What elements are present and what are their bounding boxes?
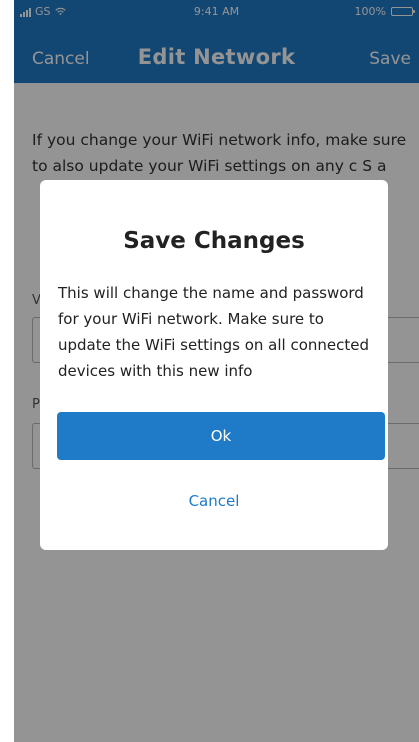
dialog-cancel-button[interactable]: Cancel [40, 492, 388, 510]
save-changes-dialog: Save Changes This will change the name a… [40, 180, 388, 550]
phone-screen: GS 9:41 AM 100% Cancel Edit Network Save… [14, 0, 419, 742]
ok-button[interactable]: Ok [57, 412, 385, 460]
dialog-message: This will change the name and password f… [58, 284, 370, 380]
dialog-title: Save Changes [123, 228, 305, 254]
